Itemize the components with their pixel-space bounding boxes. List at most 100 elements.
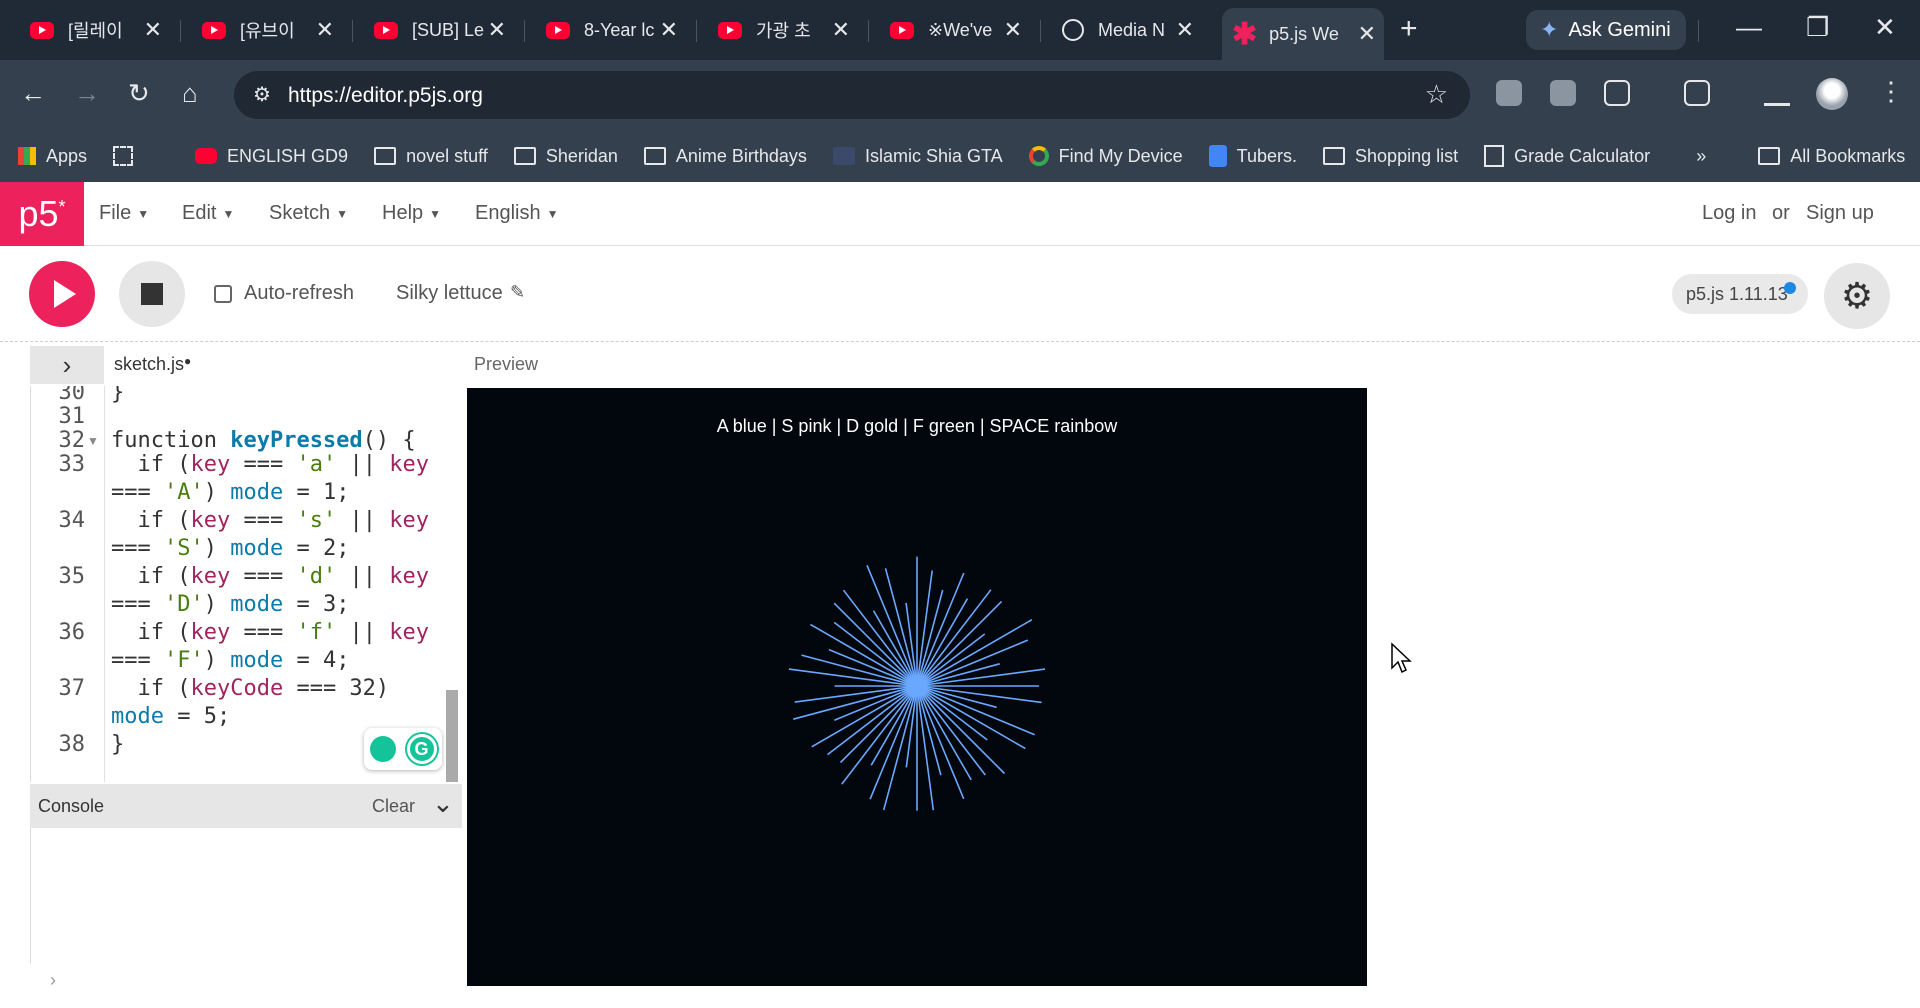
grammarly-widget[interactable]: G: [364, 728, 442, 770]
tab-search-icon[interactable]: [1684, 80, 1710, 106]
minimize-icon[interactable]: —: [1736, 12, 1762, 43]
burst-line: [792, 685, 918, 720]
menu-file[interactable]: File ▼: [99, 202, 149, 225]
site-info-icon[interactable]: ⚙: [248, 81, 276, 109]
close-tab-icon[interactable]: ✕: [316, 17, 334, 43]
bookmark-star-icon[interactable]: ☆: [1425, 79, 1448, 110]
back-arrow-icon[interactable]: ←: [20, 78, 46, 109]
browser-tab[interactable]: [유브이 ✕: [192, 10, 342, 50]
file-tab[interactable]: sketch.js●: [114, 354, 191, 375]
folder-icon: [1323, 147, 1346, 165]
menu-language[interactable]: English ▼: [475, 202, 559, 225]
bookmark-tubers[interactable]: Tubers.: [1208, 145, 1297, 167]
menu-sketch[interactable]: Sketch ▼: [269, 202, 348, 225]
signup-link[interactable]: Sign up: [1806, 202, 1874, 225]
youtube-icon: [374, 21, 398, 39]
close-tab-icon[interactable]: ✕: [1176, 17, 1194, 43]
close-tab-icon[interactable]: ✕: [1004, 17, 1022, 43]
console-clear-button[interactable]: Clear: [372, 796, 415, 817]
version-badge[interactable]: p5.js 1.11.13: [1672, 274, 1808, 314]
play-button[interactable]: [29, 261, 95, 327]
burst-line: [882, 685, 918, 811]
close-tab-icon[interactable]: ✕: [832, 17, 850, 43]
home-icon[interactable]: ⌂: [182, 78, 198, 109]
bookmark-anime-birthdays[interactable]: Anime Birthdays: [643, 145, 807, 167]
code-line: mode = 5;: [111, 704, 231, 729]
grammarly-icon[interactable]: G: [406, 734, 437, 764]
bookmark-english-gd9[interactable]: ENGLISH GD9: [195, 146, 348, 167]
chevron-down-icon[interactable]: ⌄: [432, 788, 454, 819]
auto-refresh-checkbox[interactable]: [214, 285, 232, 303]
version-label: p5.js 1.11.13: [1686, 284, 1788, 304]
forward-arrow-icon[interactable]: →: [74, 78, 100, 109]
console-prompt-icon[interactable]: ›: [50, 970, 56, 991]
extension-sb-icon[interactable]: [1550, 80, 1576, 106]
browser-tab[interactable]: [SUB] Le ✕: [364, 10, 514, 50]
all-bookmarks-button[interactable]: All Bookmarks: [1758, 146, 1905, 167]
p5-logo[interactable]: p5 *: [0, 182, 84, 246]
lightbulb-icon[interactable]: [369, 736, 396, 762]
address-bar[interactable]: ⚙ https://editor.p5js.org ☆: [234, 71, 1470, 119]
media-control-icon[interactable]: [1764, 80, 1790, 106]
more-menu-icon[interactable]: ⋮: [1878, 76, 1904, 107]
file-name: sketch.js: [114, 354, 185, 374]
ask-gemini-label: Ask Gemini: [1568, 18, 1671, 41]
pencil-icon[interactable]: ✎: [510, 282, 525, 303]
auto-refresh-label[interactable]: Auto-refresh: [244, 282, 354, 305]
doc-icon: [1208, 145, 1227, 167]
file-header: › sketch.js●: [30, 346, 462, 386]
code-editor[interactable]: 30 31 32 ▼ 33 34 35 36 37 38 } function …: [30, 386, 462, 782]
menu-label: English: [475, 202, 541, 224]
bookmark-apps[interactable]: Apps: [18, 146, 87, 167]
stop-button[interactable]: [119, 261, 185, 327]
menu-help[interactable]: Help ▼: [382, 202, 441, 225]
close-tab-icon[interactable]: ✕: [660, 17, 678, 43]
reload-icon[interactable]: ↻: [128, 78, 150, 109]
preview-canvas[interactable]: A blue | S pink | D gold | F green | SPA…: [467, 388, 1367, 986]
sketch-toolbar: Auto-refresh Silky lettuce ✎ p5.js 1.11.…: [0, 246, 1920, 342]
ask-gemini-button[interactable]: ✦ Ask Gemini: [1526, 10, 1686, 50]
caret-down-icon: ▼: [336, 206, 349, 221]
restore-icon[interactable]: ❐: [1806, 12, 1829, 43]
extensions-puzzle-icon[interactable]: [1604, 80, 1630, 106]
tab-groups-button[interactable]: [113, 146, 143, 166]
close-tab-icon[interactable]: ✕: [488, 17, 506, 43]
browser-tab[interactable]: 8-Year lc ✕: [536, 10, 686, 50]
settings-gear-button[interactable]: ⚙: [1824, 263, 1890, 329]
line-number: 38: [58, 732, 86, 757]
browser-tab[interactable]: ※We've ✕: [880, 10, 1030, 50]
sketch-name[interactable]: Silky lettuce: [396, 282, 503, 305]
profile-avatar[interactable]: [1816, 78, 1848, 110]
extension-icon[interactable]: [1496, 80, 1522, 106]
more-bookmarks-chevron[interactable]: »: [1696, 146, 1706, 167]
calculator-icon: [1484, 145, 1505, 167]
login-link[interactable]: Log in: [1702, 202, 1757, 225]
browser-tab[interactable]: [릴레이 ✕: [20, 10, 170, 50]
code-line: if (key === 'd' || key: [111, 564, 429, 589]
new-tab-button[interactable]: +: [1400, 12, 1418, 46]
bookmark-grade-calculator[interactable]: Grade Calculator: [1484, 145, 1650, 167]
bookmark-label: Islamic Shia GTA: [864, 145, 1003, 166]
folder-icon: [1758, 147, 1781, 165]
sidebar-expand-button[interactable]: ›: [30, 346, 104, 384]
menu-edit[interactable]: Edit ▼: [182, 202, 234, 225]
url-text[interactable]: https://editor.p5js.org: [288, 84, 483, 108]
line-number: 32: [58, 428, 86, 453]
bookmark-sheridan[interactable]: Sheridan: [513, 146, 618, 167]
code-line: if (key === 'f' || key: [111, 620, 429, 645]
bookmark-label: Anime Birthdays: [675, 145, 807, 166]
site-icon: [832, 147, 855, 165]
browser-tab[interactable]: Media N ✕: [1052, 10, 1202, 50]
bookmark-islamic-shia-gta[interactable]: Islamic Shia GTA: [832, 145, 1003, 167]
browser-tab-active[interactable]: ✱ p5.js We ✕: [1222, 8, 1384, 60]
bookmark-find-my-device[interactable]: Find My Device: [1028, 146, 1183, 167]
bookmark-novel-stuff[interactable]: novel stuff: [374, 146, 488, 167]
chevron-right-double-icon: »: [1696, 145, 1707, 166]
browser-tab[interactable]: 가광 초 ✕: [708, 10, 858, 50]
fold-arrow-icon[interactable]: ▼: [87, 434, 99, 448]
close-window-icon[interactable]: ✕: [1874, 12, 1896, 43]
close-tab-icon[interactable]: ✕: [1358, 21, 1376, 47]
editor-scrollbar[interactable]: [446, 690, 458, 782]
close-tab-icon[interactable]: ✕: [144, 17, 162, 43]
bookmark-shopping-list[interactable]: Shopping list: [1323, 146, 1458, 167]
